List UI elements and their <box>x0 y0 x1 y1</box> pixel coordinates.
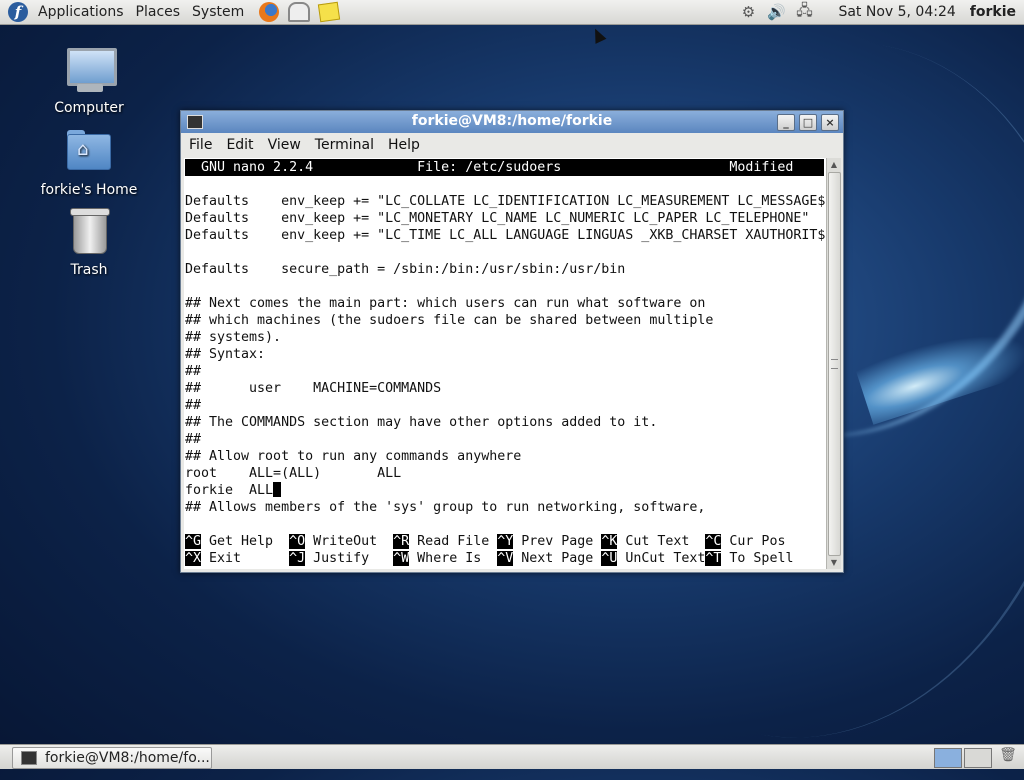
menu-view[interactable]: View <box>262 137 307 153</box>
nano-line-text: forkie ALL <box>185 483 274 498</box>
text-cursor <box>273 482 282 497</box>
nano-line: Defaults env_keep += "LC_MONETARY LC_NAM… <box>185 211 810 226</box>
desktop-icon-computer[interactable]: Computer <box>34 46 144 116</box>
volume-icon[interactable]: 🔊 <box>765 2 787 22</box>
nano-header: GNU nano 2.2.4 File: /etc/sudoers Modifi… <box>185 159 824 176</box>
nano-line: Defaults env_keep += "LC_COLLATE LC_IDEN… <box>185 194 826 209</box>
taskbar-window-label: forkie@VM8:/home/fo... <box>45 750 210 766</box>
shortcut-key: ^R <box>393 534 410 549</box>
desktop-icon-home[interactable]: ⌂ forkie's Home <box>34 128 144 198</box>
terminal-window: forkie@VM8:/home/forkie _ □ × File Edit … <box>180 110 844 573</box>
shortcut-key: ^Y <box>497 534 514 549</box>
trash-applet-icon[interactable]: 🗑 <box>998 747 1018 767</box>
maximize-button[interactable]: □ <box>799 114 817 131</box>
nano-line: ## Next comes the main part: which users… <box>185 296 706 311</box>
shortcut-key: ^U <box>601 551 618 566</box>
bottom-panel: forkie@VM8:/home/fo... 🗑 <box>0 744 1024 769</box>
shortcut-label: Get Help <box>201 534 290 549</box>
workspace-1[interactable] <box>934 748 962 768</box>
scrollbar-thumb[interactable] <box>828 172 841 556</box>
shortcut-label: Justify <box>305 551 394 566</box>
trash-icon <box>63 208 115 258</box>
nano-line: ## Allow root to run any commands anywhe… <box>185 449 522 464</box>
terminal-icon <box>21 751 37 765</box>
menu-system[interactable]: System <box>186 4 250 20</box>
shortcut-key: ^O <box>289 534 306 549</box>
nano-line: ## Syntax: <box>185 347 266 362</box>
shortcut-key: ^C <box>705 534 722 549</box>
shortcut-key: ^V <box>497 551 514 566</box>
shortcut-key: ^T <box>705 551 722 566</box>
nano-line: ## <box>185 432 202 447</box>
nano-line: root ALL=(ALL) ALL <box>185 466 402 481</box>
shortcut-label: Prev Page <box>513 534 602 549</box>
menu-terminal[interactable]: Terminal <box>309 137 380 153</box>
menu-edit[interactable]: Edit <box>220 137 259 153</box>
window-menubar: File Edit View Terminal Help <box>181 133 843 157</box>
nano-cursor-line: forkie ALL <box>185 482 282 499</box>
nano-line: ## <box>185 364 202 379</box>
shortcut-key: ^G <box>185 534 202 549</box>
shortcut-label: UnCut Text <box>617 551 706 566</box>
scroll-up-arrow-icon[interactable]: ▲ <box>827 158 841 171</box>
window-titlebar[interactable]: forkie@VM8:/home/forkie _ □ × <box>181 111 843 133</box>
nano-line: ## which machines (the sudoers file can … <box>185 313 714 328</box>
desktop-icon-trash[interactable]: Trash <box>34 208 144 278</box>
terminal-scrollbar[interactable]: ▲ ▼ <box>826 158 841 569</box>
firefox-icon <box>259 2 280 22</box>
workspace-2[interactable] <box>964 748 992 768</box>
shortcut-label: Read File <box>409 534 498 549</box>
shortcut-row: ^X Exit ^J Justify ^W Where Is ^V Next P… <box>185 550 793 567</box>
desktop-icon-label: Computer <box>54 100 124 116</box>
shortcut-label: To Spell <box>721 551 794 566</box>
computer-icon <box>63 46 117 96</box>
mouse-pointer-icon <box>589 26 607 44</box>
desktop-icon-label: forkie's Home <box>40 182 138 198</box>
fedora-logo-icon[interactable]: f <box>8 2 28 22</box>
notes-icon <box>318 1 341 23</box>
shortcut-key: ^J <box>289 551 306 566</box>
nano-line: ## <box>185 398 202 413</box>
shortcut-label: Next Page <box>513 551 602 566</box>
scroll-down-arrow-icon[interactable]: ▼ <box>827 556 841 569</box>
update-notifier-icon[interactable]: ⚙ <box>737 2 759 22</box>
nano-line: ## systems). <box>185 330 282 345</box>
nano-line: ## Allows members of the 'sys' group to … <box>185 500 706 515</box>
terminal-content[interactable]: GNU nano 2.2.4 File: /etc/sudoers Modifi… <box>184 158 826 569</box>
nano-line: ## user MACHINE=COMMANDS <box>185 381 442 396</box>
desktop-icon-label: Trash <box>70 262 108 278</box>
shortcut-label: Exit <box>201 551 290 566</box>
top-panel: f Applications Places System ⚙ 🔊 🖧 Sat N… <box>0 0 1024 25</box>
shortcut-label: Where Is <box>409 551 498 566</box>
nano-line: Defaults secure_path = /sbin:/bin:/usr/s… <box>185 262 626 277</box>
mail-icon <box>288 2 311 22</box>
minimize-button[interactable]: _ <box>777 114 795 131</box>
shortcut-label: Cur Pos <box>721 534 786 549</box>
network-icon[interactable]: 🖧 <box>793 1 815 22</box>
taskbar-window-button[interactable]: forkie@VM8:/home/fo... <box>12 747 212 769</box>
user-menu[interactable]: forkie <box>970 4 1016 20</box>
shortcut-key: ^W <box>393 551 410 566</box>
notes-launcher[interactable] <box>318 1 341 23</box>
shortcut-key: ^K <box>601 534 618 549</box>
firefox-launcher[interactable] <box>258 2 280 22</box>
close-button[interactable]: × <box>821 114 839 131</box>
grip-icon <box>831 359 838 369</box>
nano-line: ## The COMMANDS section may have other o… <box>185 415 658 430</box>
window-title: forkie@VM8:/home/forkie <box>411 113 613 129</box>
menu-applications[interactable]: Applications <box>32 4 130 20</box>
mail-launcher[interactable] <box>288 2 311 22</box>
nano-line: Defaults env_keep += "LC_TIME LC_ALL LAN… <box>185 228 826 243</box>
menu-file[interactable]: File <box>183 137 218 153</box>
menu-help[interactable]: Help <box>382 137 426 153</box>
shortcut-key: ^X <box>185 551 202 566</box>
menu-places[interactable]: Places <box>130 4 187 20</box>
shortcut-row: ^G Get Help ^O WriteOut ^R Read File ^Y … <box>185 533 785 550</box>
shortcut-label: WriteOut <box>305 534 394 549</box>
home-folder-icon: ⌂ <box>63 128 115 178</box>
clock[interactable]: Sat Nov 5, 04:24 <box>838 4 955 20</box>
shortcut-label: Cut Text <box>617 534 706 549</box>
